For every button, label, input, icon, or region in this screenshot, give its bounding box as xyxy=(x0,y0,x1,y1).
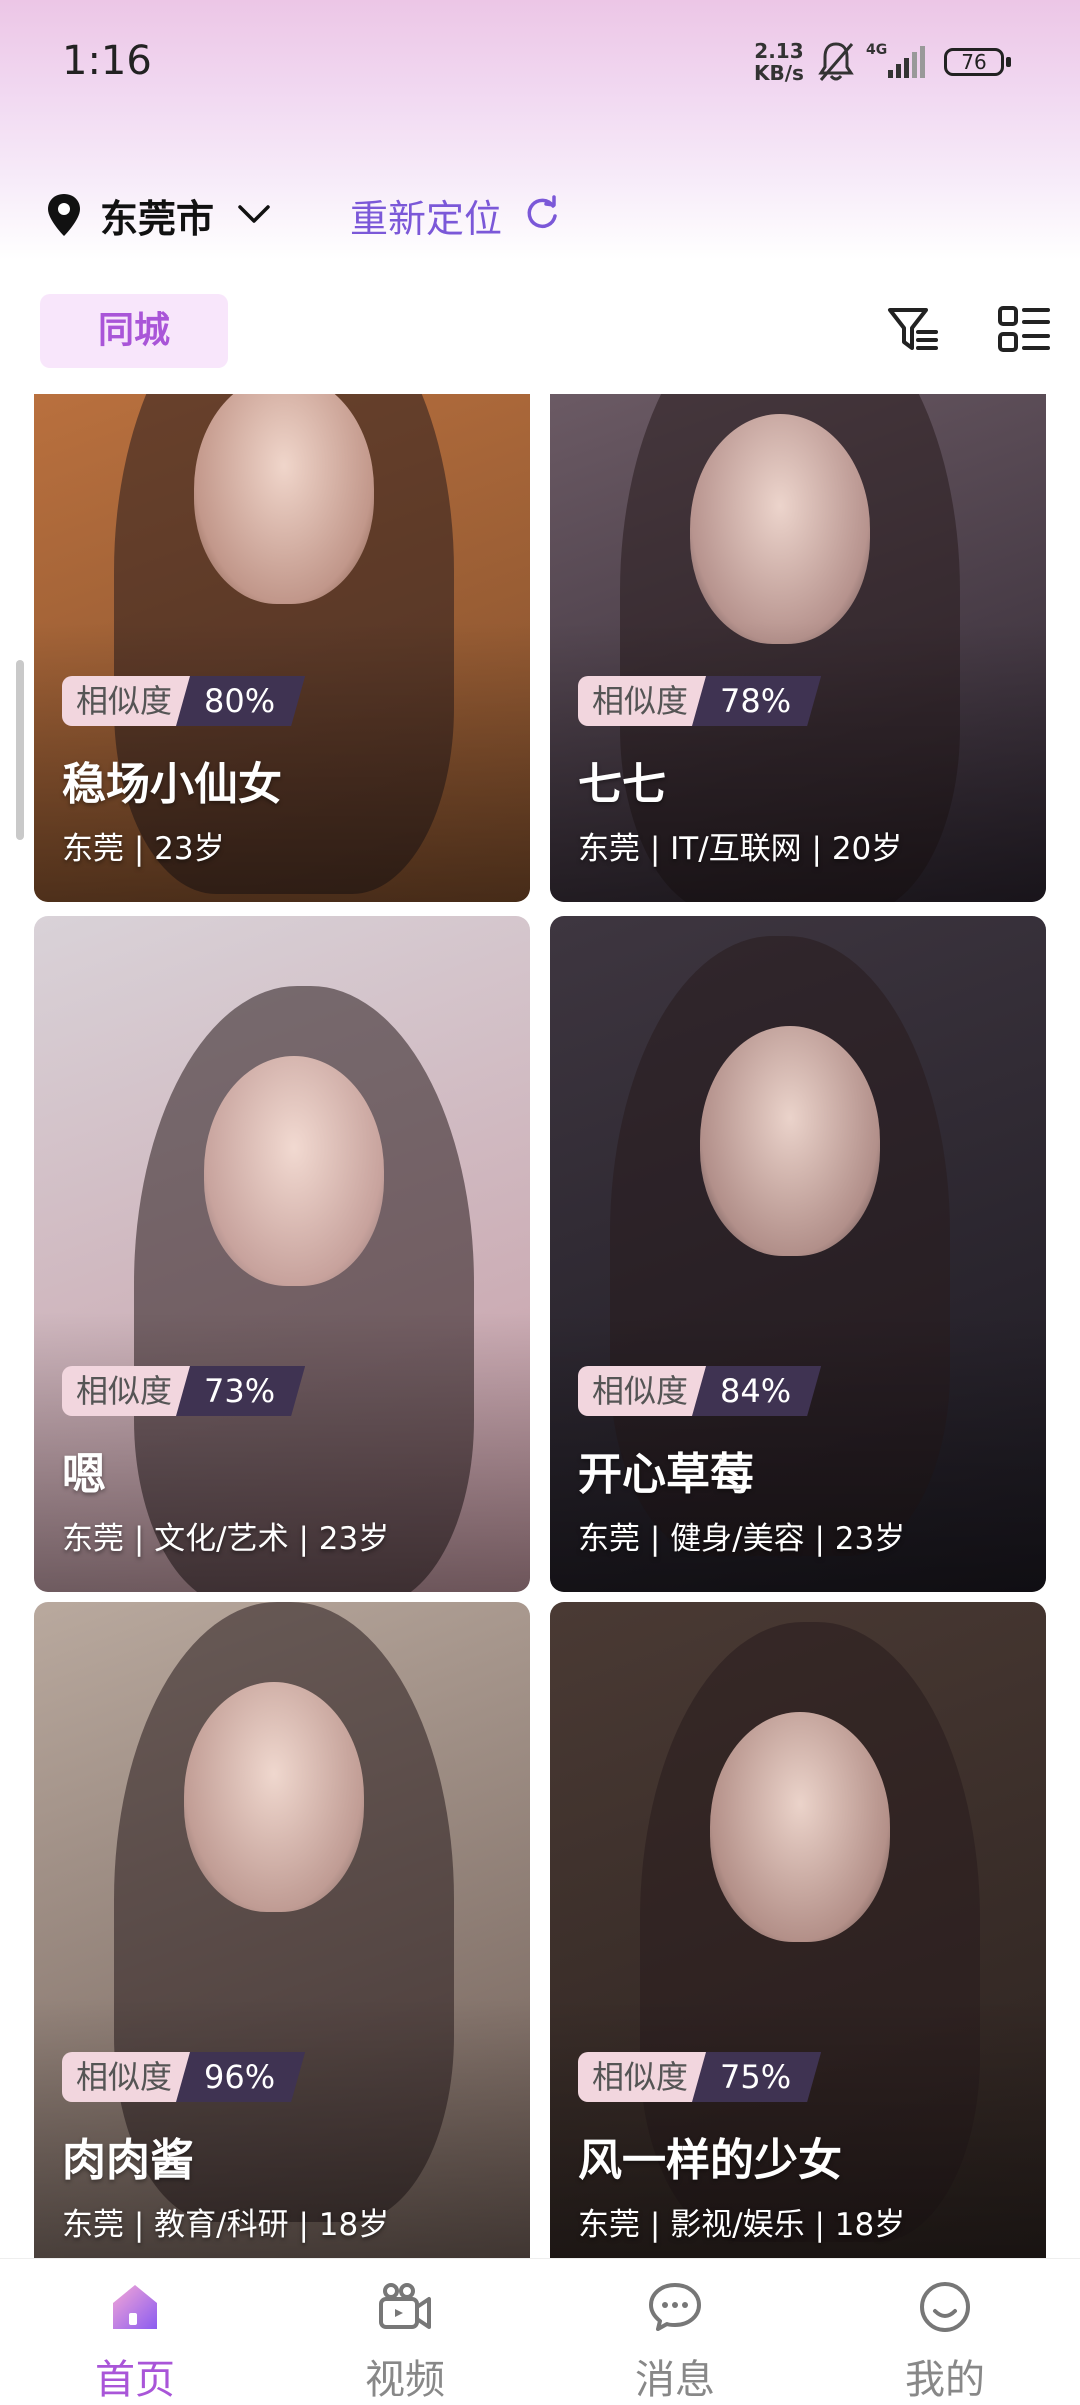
similarity-value: 73% xyxy=(176,1366,305,1416)
profile-meta: 东莞 | 教育/科研 | 18岁 xyxy=(62,2207,390,2243)
profile-meta: 东莞 | 影视/娱乐 | 18岁 xyxy=(578,2207,906,2243)
profile-photo-face xyxy=(700,1026,880,1256)
bottom-nav: 首页 视频 消息 我的 xyxy=(0,2258,1080,2403)
similarity-badge: 相似度 73% xyxy=(62,1366,305,1416)
network-speed: 2.13 KB/s xyxy=(754,40,804,84)
similarity-label: 相似度 xyxy=(578,676,707,726)
battery-indicator: 76 xyxy=(944,48,1014,78)
profile-name: 嗯 xyxy=(62,1449,106,1500)
similarity-badge: 相似度 80% xyxy=(62,676,305,726)
refresh-icon[interactable] xyxy=(522,194,562,234)
location-bar: 东莞市 重新定位 xyxy=(0,180,1080,250)
similarity-label: 相似度 xyxy=(578,1366,707,1416)
profile-photo-face xyxy=(194,394,374,604)
network-speed-value: 2.13 xyxy=(754,39,804,63)
status-time: 1:16 xyxy=(62,38,152,84)
similarity-label: 相似度 xyxy=(62,2052,191,2102)
profile-name: 风一样的少女 xyxy=(578,2135,842,2186)
nav-item-video[interactable]: 视频 xyxy=(270,2259,540,2403)
profile-card[interactable]: 相似度 73% 嗯 东莞 | 文化/艺术 | 23岁 xyxy=(34,916,530,1592)
profile-photo-face xyxy=(690,414,870,644)
similarity-label: 相似度 xyxy=(578,2052,707,2102)
profile-grid: 相似度 80% 稳场小仙女 东莞 | 23岁 相似度 78% 七七 东莞 | I… xyxy=(34,394,1050,2258)
profile-card[interactable]: 相似度 75% 风一样的少女 东莞 | 影视/娱乐 | 18岁 xyxy=(550,1602,1046,2258)
profile-meta: 东莞 | 文化/艺术 | 23岁 xyxy=(62,1521,390,1557)
profile-card[interactable]: 相似度 84% 开心草莓 东莞 | 健身/美容 | 23岁 xyxy=(550,916,1046,1592)
network-type: 4G xyxy=(866,42,887,58)
similarity-badge: 相似度 84% xyxy=(578,1366,821,1416)
profile-card[interactable]: 相似度 78% 七七 东莞 | IT/互联网 | 20岁 xyxy=(550,394,1046,902)
similarity-badge: 相似度 96% xyxy=(62,2052,305,2102)
city-selector[interactable]: 东莞市 xyxy=(100,188,214,243)
profile-meta: 东莞 | 健身/美容 | 23岁 xyxy=(578,1521,906,1557)
similarity-value: 78% xyxy=(692,676,821,726)
battery-level: 76 xyxy=(944,48,1004,76)
mute-bell-icon xyxy=(818,42,854,81)
similarity-value: 96% xyxy=(176,2052,305,2102)
similarity-value: 80% xyxy=(176,676,305,726)
message-icon xyxy=(649,2283,701,2331)
battery-tip xyxy=(1006,57,1011,67)
location-pin-icon xyxy=(48,194,80,236)
profile-name: 七七 xyxy=(578,759,666,810)
profile-card[interactable]: 相似度 80% 稳场小仙女 东莞 | 23岁 xyxy=(34,394,530,902)
status-bar: 1:16 2.13 KB/s 4G 76 xyxy=(0,0,1080,128)
profile-photo-face xyxy=(710,1712,890,1942)
profile-photo-face xyxy=(204,1056,384,1286)
home-icon xyxy=(113,2285,157,2329)
similarity-badge: 相似度 78% xyxy=(578,676,821,726)
video-icon xyxy=(379,2283,431,2329)
nav-label-profile: 我的 xyxy=(905,2357,985,2403)
similarity-value: 84% xyxy=(692,1366,821,1416)
profile-meta: 东莞 | 23岁 xyxy=(62,831,225,867)
profile-meta: 东莞 | IT/互联网 | 20岁 xyxy=(578,831,903,867)
profile-name: 稳场小仙女 xyxy=(62,759,282,810)
nav-label-video: 视频 xyxy=(365,2357,445,2403)
nav-label-home: 首页 xyxy=(95,2357,175,2403)
tab-same-city[interactable]: 同城 xyxy=(40,294,228,368)
similarity-value: 75% xyxy=(692,2052,821,2102)
layout-toggle-icon[interactable] xyxy=(996,302,1052,358)
relocate-button[interactable]: 重新定位 xyxy=(350,188,502,243)
profile-name: 肉肉酱 xyxy=(62,2135,194,2186)
scroll-indicator[interactable] xyxy=(16,660,24,840)
nav-item-profile[interactable]: 我的 xyxy=(810,2259,1080,2403)
similarity-label: 相似度 xyxy=(62,1366,191,1416)
nav-item-home[interactable]: 首页 xyxy=(0,2259,270,2403)
chevron-down-icon[interactable] xyxy=(234,194,274,234)
nav-item-messages[interactable]: 消息 xyxy=(540,2259,810,2403)
profile-name: 开心草莓 xyxy=(578,1449,754,1500)
signal-icon: 4G xyxy=(866,42,925,78)
profile-icon xyxy=(920,2282,970,2332)
nav-label-messages: 消息 xyxy=(635,2357,715,2403)
network-speed-unit: KB/s xyxy=(754,61,804,85)
similarity-label: 相似度 xyxy=(62,676,191,726)
tab-row: 同城 xyxy=(0,294,1080,374)
profile-card[interactable]: 相似度 96% 肉肉酱 东莞 | 教育/科研 | 18岁 xyxy=(34,1602,530,2258)
similarity-badge: 相似度 75% xyxy=(578,2052,821,2102)
filter-icon[interactable] xyxy=(886,302,942,358)
profile-photo-face xyxy=(184,1682,364,1912)
